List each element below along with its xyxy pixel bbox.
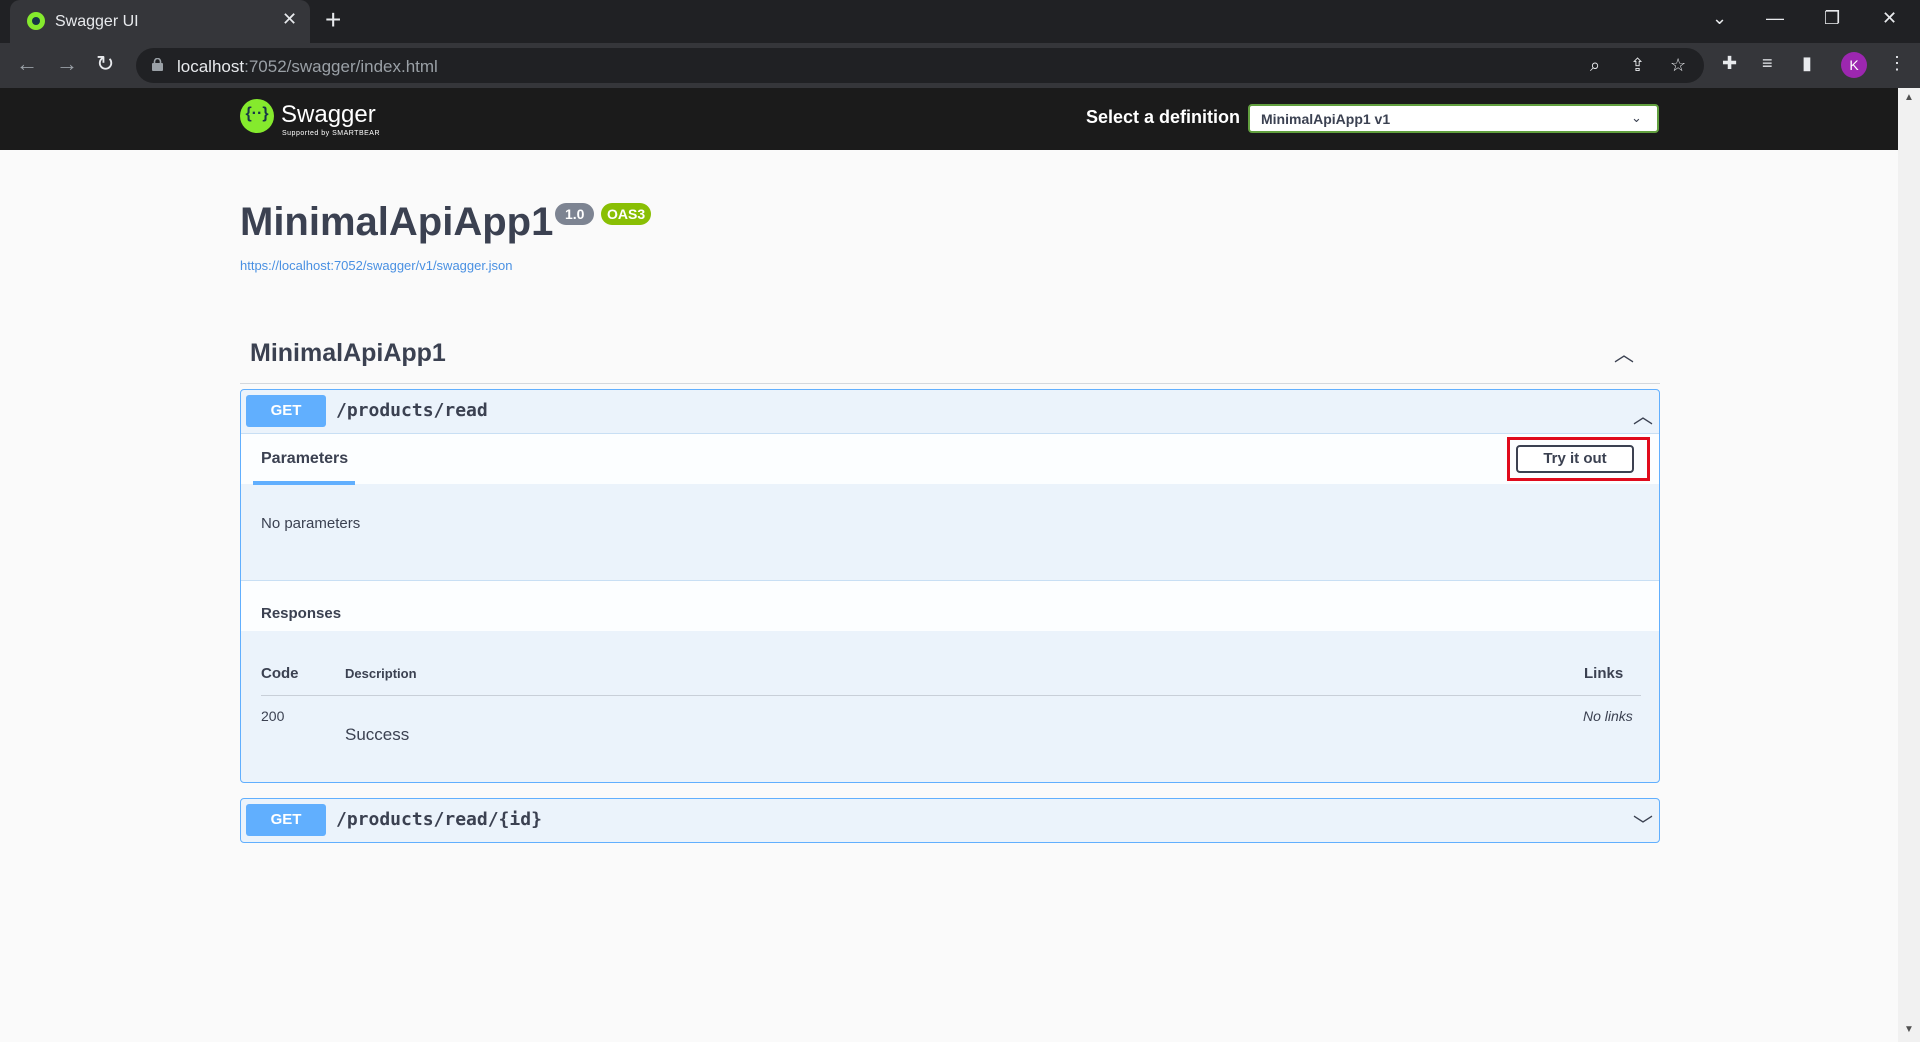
- swagger-logo-text[interactable]: Swagger: [281, 101, 376, 129]
- column-links: Links: [1584, 665, 1624, 682]
- scroll-down-icon[interactable]: ▼: [1904, 1024, 1914, 1035]
- chevron-down-icon[interactable]: ﹀: [1633, 809, 1653, 838]
- tag-divider: [240, 383, 1660, 384]
- browser-toolbar: ← → ↻ localhost:7052/swagger/index.html …: [0, 43, 1920, 88]
- star-icon[interactable]: ☆: [1670, 55, 1686, 76]
- tab-parameters[interactable]: Parameters: [261, 450, 348, 468]
- try-it-out-button[interactable]: Try it out: [1516, 445, 1634, 473]
- profile-avatar[interactable]: K: [1841, 52, 1867, 78]
- oas-badge: OAS3: [601, 203, 652, 225]
- parameters-header: Parameters Try it out: [241, 433, 1659, 485]
- restore-button[interactable]: ❐: [1824, 8, 1840, 29]
- responses-title: Responses: [261, 605, 342, 622]
- tab-search-icon[interactable]: ⌄: [1712, 8, 1727, 29]
- chevron-up-icon[interactable]: ︿: [1633, 400, 1653, 429]
- extensions-icon[interactable]: ✚: [1722, 53, 1737, 74]
- definition-select[interactable]: MinimalApiApp1 v1 ⌄: [1248, 104, 1659, 133]
- method-badge: GET: [246, 804, 326, 836]
- operation-path: /products/read/{id}: [336, 809, 542, 830]
- address-bar[interactable]: localhost:7052/swagger/index.html ⌕ ⇪ ☆: [136, 48, 1704, 83]
- back-arrow-icon[interactable]: ←: [16, 51, 38, 77]
- swagger-topbar: {··} Swagger Supported by SMARTBEAR Sele…: [0, 88, 1898, 150]
- response-links: No links: [1583, 708, 1633, 724]
- tab-close-icon[interactable]: ✕: [282, 9, 297, 30]
- opblock-summary[interactable]: GET /products/read ︿: [241, 390, 1659, 433]
- url-text: localhost:7052/swagger/index.html: [177, 57, 438, 76]
- definition-selected-value: MinimalApiApp1 v1: [1261, 111, 1391, 127]
- forward-arrow-icon[interactable]: →: [56, 51, 78, 77]
- chevron-up-icon[interactable]: ︿: [1614, 338, 1634, 367]
- swagger-favicon-icon: [27, 12, 45, 30]
- browser-tab-bar: Swagger UI ✕ + ⌄ — ❐ ✕: [0, 0, 1920, 43]
- response-code: 200: [261, 708, 285, 724]
- spec-url-link[interactable]: https://localhost:7052/swagger/v1/swagge…: [240, 258, 512, 273]
- menu-icon[interactable]: ⋮: [1888, 53, 1906, 74]
- share-icon[interactable]: ⇪: [1630, 55, 1645, 76]
- chevron-down-icon: ⌄: [1631, 110, 1642, 125]
- response-description: Success: [345, 725, 410, 744]
- reload-icon[interactable]: ↻: [96, 51, 114, 77]
- zoom-icon[interactable]: ⌕: [1590, 55, 1600, 76]
- minimize-button[interactable]: —: [1766, 8, 1784, 29]
- opblock-products-read-id: GET /products/read/{id} ﹀: [240, 798, 1660, 843]
- swagger-logo-icon[interactable]: {··}: [240, 99, 274, 133]
- column-description: Description: [345, 666, 417, 681]
- highlight-box: Try it out: [1507, 437, 1650, 481]
- version-badge: 1.0: [555, 203, 595, 225]
- page-scrollbar[interactable]: ▲ ▼: [1898, 88, 1920, 1042]
- swagger-logo-subtext: Supported by SMARTBEAR: [282, 130, 381, 137]
- operation-path: /products/read: [336, 400, 488, 421]
- new-tab-button[interactable]: +: [325, 4, 341, 36]
- method-badge: GET: [246, 395, 326, 427]
- table-divider: [261, 695, 1641, 696]
- tag-title[interactable]: MinimalApiApp1: [250, 339, 446, 368]
- api-title: MinimalApiApp1: [240, 200, 554, 244]
- lock-icon: [152, 58, 163, 71]
- scroll-up-icon[interactable]: ▲: [1904, 92, 1914, 103]
- tab-title: Swagger UI: [55, 13, 139, 30]
- tab-underline: [253, 481, 355, 485]
- sidepanel-icon[interactable]: ▮: [1802, 53, 1812, 74]
- no-parameters-text: No parameters: [261, 515, 361, 532]
- responses-header: Responses: [241, 580, 1659, 631]
- opblock-products-read: GET /products/read ︿ Parameters Try it o…: [240, 389, 1660, 783]
- close-window-button[interactable]: ✕: [1882, 8, 1897, 29]
- browser-tab[interactable]: Swagger UI ✕: [10, 0, 310, 43]
- definition-label: Select a definition: [1086, 107, 1241, 127]
- column-code: Code: [261, 665, 299, 682]
- media-icon[interactable]: ≡: [1762, 53, 1773, 74]
- opblock-summary[interactable]: GET /products/read/{id} ﹀: [241, 799, 1659, 842]
